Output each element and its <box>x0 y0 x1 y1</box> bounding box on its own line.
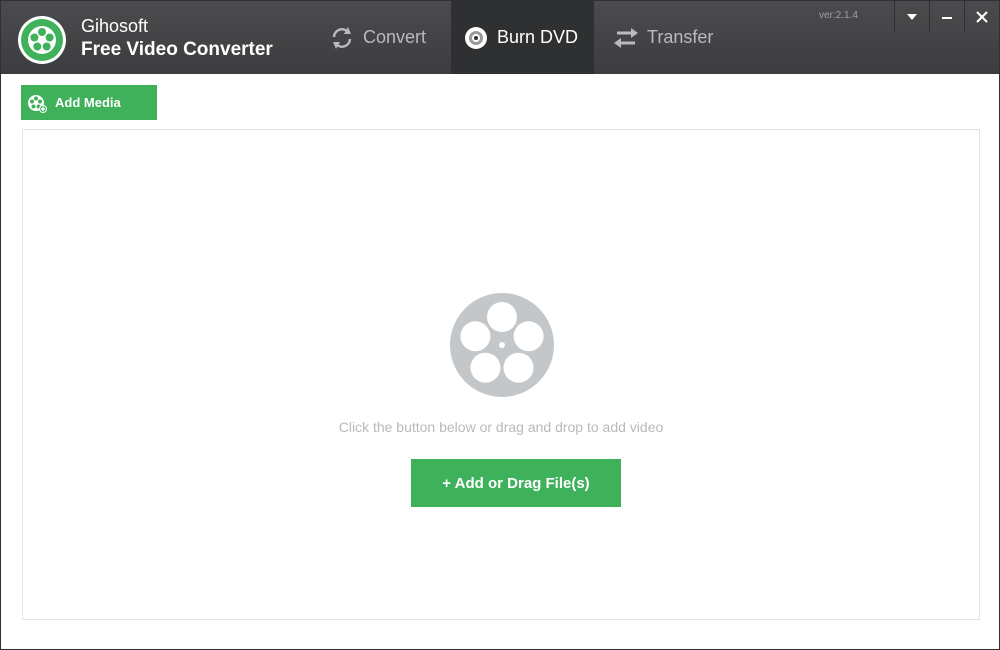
app-name: Gihosoft <box>81 16 149 36</box>
transfer-arrows-icon <box>614 27 638 48</box>
drop-zone[interactable]: Click the button below or drag and drop … <box>22 129 980 620</box>
tab-transfer[interactable]: Transfer <box>601 1 731 74</box>
add-or-drag-files-button[interactable]: + Add or Drag File(s) <box>411 459 621 507</box>
menu-button[interactable] <box>894 1 928 33</box>
disc-icon <box>465 26 487 49</box>
minimize-button[interactable] <box>929 1 963 33</box>
tab-label: Convert <box>363 27 427 47</box>
tab-label: Burn DVD <box>497 27 579 47</box>
tab-label: Transfer <box>647 27 714 47</box>
title-bar[interactable]: Gihosoft Free Video Converter Convert Bu… <box>1 1 999 74</box>
refresh-icon <box>332 26 352 49</box>
close-icon <box>975 11 988 23</box>
tab-burn-dvd[interactable]: Burn DVD <box>451 1 594 74</box>
app-logo-icon <box>18 16 66 64</box>
tab-convert[interactable]: Convert <box>317 1 447 74</box>
add-media-button[interactable]: Add Media <box>21 85 157 120</box>
add-media-label: Add Media <box>55 95 121 110</box>
chevron-down-icon <box>906 14 917 20</box>
minimize-icon <box>941 17 952 19</box>
app-product-name: Free Video Converter <box>81 39 273 60</box>
close-button[interactable] <box>964 1 998 33</box>
film-reel-icon <box>450 293 554 397</box>
version-label: ver:2.1.4 <box>819 10 858 21</box>
drop-hint-text: Click the button below or drag and drop … <box>338 419 664 435</box>
film-reel-add-icon <box>28 94 47 113</box>
app-window: Gihosoft Free Video Converter Convert Bu… <box>0 0 1000 650</box>
